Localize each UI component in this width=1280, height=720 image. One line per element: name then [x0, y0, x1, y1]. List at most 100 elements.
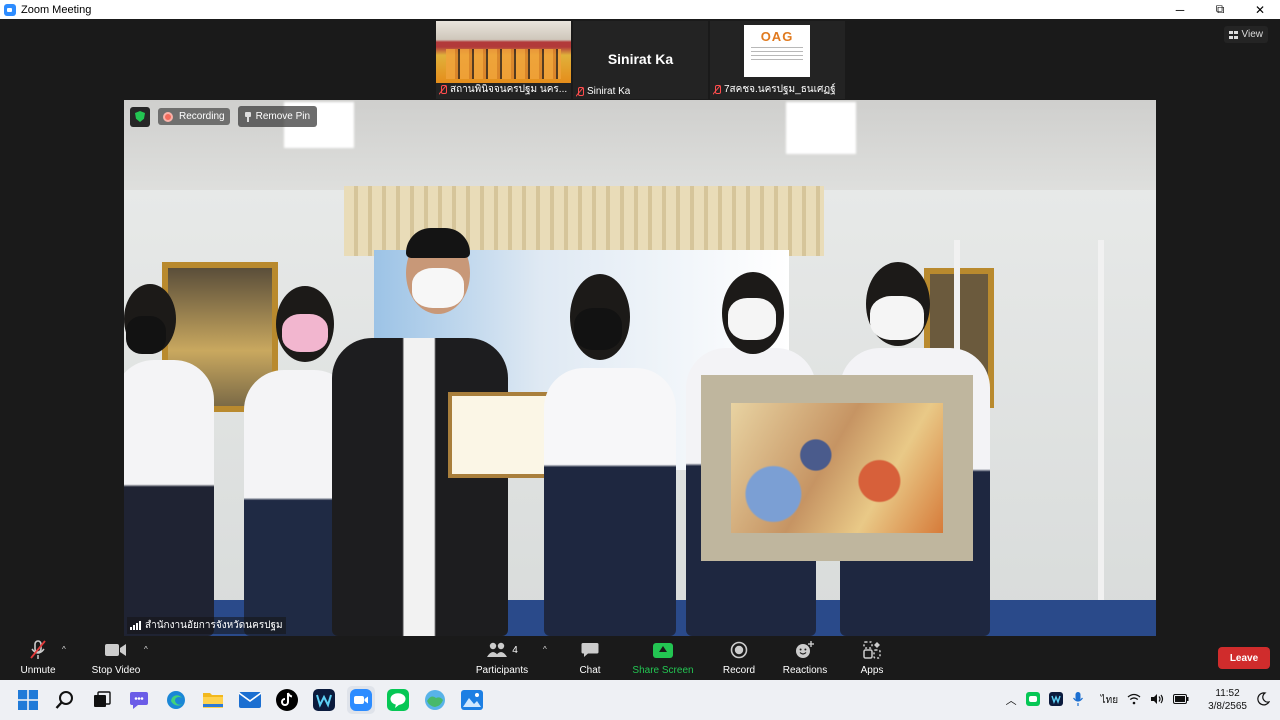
face-mask — [126, 316, 166, 354]
mic-muted-icon — [439, 84, 447, 95]
meeting-toolbar: Unmute ^ Stop Video ^ 4 Participants ^ C… — [0, 636, 1280, 680]
apps-label: Apps — [860, 665, 884, 676]
participant-thumbnail[interactable]: สถานพินิจจนครปฐม นคร... — [436, 21, 571, 99]
artwork-painting — [731, 403, 943, 533]
participant-video — [436, 21, 571, 83]
title-bar: Zoom Meeting ─ ⧉ ✕ — [0, 0, 1280, 19]
participant-name: Sinirat Ka — [587, 86, 631, 97]
photos-icon[interactable] — [458, 686, 486, 714]
mic-muted-icon — [576, 86, 584, 97]
tray-overflow-chevron-icon[interactable]: ︿ — [1006, 692, 1017, 708]
record-label: Record — [722, 665, 756, 676]
speaker-name-label: สำนักงานอัยการจังหวัดนครปฐม — [127, 617, 286, 634]
volume-icon[interactable] — [1150, 693, 1164, 708]
remove-pin-button[interactable]: Remove Pin — [237, 106, 318, 127]
student-artwork — [701, 375, 973, 561]
share-screen-label: Share Screen — [632, 665, 694, 676]
face-mask — [282, 314, 328, 352]
clock-date: 3/8/2565 — [1208, 701, 1247, 712]
participants-button[interactable]: 4 Participants — [474, 636, 530, 680]
maximize-button[interactable]: ⧉ — [1200, 0, 1240, 19]
taskbar-clock[interactable]: 11:52 3/8/2565 — [1208, 687, 1247, 713]
ceiling-light — [786, 102, 856, 154]
participants-label: Participants — [475, 665, 529, 676]
encryption-shield-icon[interactable] — [130, 106, 150, 127]
face-mask — [574, 308, 622, 350]
chat-button[interactable]: Chat — [574, 636, 606, 680]
official-figure — [332, 338, 508, 636]
window-title: Zoom Meeting — [21, 3, 92, 16]
search-icon[interactable] — [51, 686, 79, 714]
chat-bubble-icon — [581, 639, 599, 661]
taskbar-apps — [14, 686, 486, 714]
participants-options-caret-icon[interactable]: ^ — [543, 645, 547, 654]
system-tray: ︿ ไทย 11:52 3/8/2565 — [1006, 680, 1271, 720]
line-tray-icon[interactable] — [1025, 691, 1040, 709]
participants-icon: 4 — [486, 639, 518, 661]
meeting-area: View สถานพินิจจนครปฐม นคร... Sinirat Ka … — [0, 19, 1280, 636]
face-mask — [870, 296, 924, 340]
reactions-label: Reactions — [782, 665, 828, 676]
weather-icon[interactable] — [421, 686, 449, 714]
logo-text: OAG — [760, 29, 794, 44]
windows-start-icon[interactable] — [14, 686, 42, 714]
participant-display-name: Sinirat Ka — [607, 51, 674, 67]
remove-pin-label: Remove Pin — [255, 111, 311, 122]
participant-thumbnail[interactable]: Sinirat Ka Sinirat Ka — [573, 21, 708, 99]
face-mask — [412, 268, 464, 308]
participant-label: สถานพินิจจนครปฐม นคร... — [439, 82, 567, 97]
unmute-button[interactable]: Unmute — [18, 636, 58, 680]
reactions-button[interactable]: Reactions — [782, 636, 828, 680]
video-overlay-controls: Recording Remove Pin — [130, 106, 318, 127]
mail-icon[interactable] — [236, 686, 264, 714]
windows-taskbar: ︿ ไทย 11:52 3/8/2565 — [0, 680, 1280, 720]
minimize-button[interactable]: ─ — [1160, 0, 1200, 19]
face-mask — [728, 298, 776, 340]
recording-indicator[interactable]: Recording — [158, 108, 230, 125]
apps-button[interactable]: Apps — [856, 636, 888, 680]
battery-icon[interactable] — [1173, 693, 1189, 707]
participant-name: สถานพินิจจนครปฐม นคร... — [450, 84, 568, 95]
recording-label: Recording — [179, 111, 225, 122]
main-video[interactable]: Recording Remove Pin สำนักงานอัยการจังหว… — [124, 100, 1156, 636]
close-button[interactable]: ✕ — [1240, 0, 1280, 19]
leave-button[interactable]: Leave — [1218, 647, 1270, 669]
official-hair — [406, 228, 470, 258]
clock-time: 11:52 — [1215, 688, 1240, 699]
audio-options-caret-icon[interactable]: ^ — [62, 645, 66, 654]
stop-video-button[interactable]: Stop Video — [90, 636, 142, 680]
microphone-tray-icon[interactable] — [1072, 691, 1084, 710]
webex-tray-icon[interactable] — [1048, 691, 1063, 709]
participants-count: 4 — [512, 644, 518, 656]
zoom-icon[interactable] — [347, 686, 375, 714]
apps-icon — [863, 639, 881, 661]
webex-icon[interactable] — [310, 686, 338, 714]
record-icon — [730, 639, 748, 661]
participant-thumbnail[interactable]: OAG 7สคชจ.นครปฐม_ธนเศฏฐ์ — [710, 21, 845, 99]
stop-video-label: Stop Video — [91, 665, 141, 676]
wifi-icon[interactable] — [1127, 693, 1141, 708]
chat-label: Chat — [579, 665, 601, 676]
record-dot-icon — [163, 111, 173, 122]
signal-bars-icon — [130, 621, 141, 630]
grid-icon — [1228, 30, 1238, 39]
task-view-icon[interactable] — [88, 686, 116, 714]
video-options-caret-icon[interactable]: ^ — [144, 645, 148, 654]
tiktok-icon[interactable] — [273, 686, 301, 714]
share-screen-button[interactable]: Share Screen — [632, 636, 694, 680]
record-button[interactable]: Record — [720, 636, 758, 680]
file-explorer-icon[interactable] — [199, 686, 227, 714]
notification-moon-icon[interactable] — [1256, 691, 1271, 709]
oag-logo: OAG — [744, 25, 810, 77]
edge-icon[interactable] — [162, 686, 190, 714]
participant-label: 7สคชจ.นครปฐม_ธนเศฏฐ์ — [713, 82, 836, 97]
mic-muted-icon — [713, 84, 721, 95]
line-icon[interactable] — [384, 686, 412, 714]
view-label: View — [1241, 29, 1264, 40]
chat-icon[interactable] — [125, 686, 153, 714]
zoom-app-icon — [4, 3, 16, 16]
student-figure — [124, 360, 214, 636]
input-language[interactable]: ไทย — [1101, 693, 1118, 708]
view-button[interactable]: View — [1223, 26, 1268, 43]
share-screen-icon — [653, 639, 673, 661]
